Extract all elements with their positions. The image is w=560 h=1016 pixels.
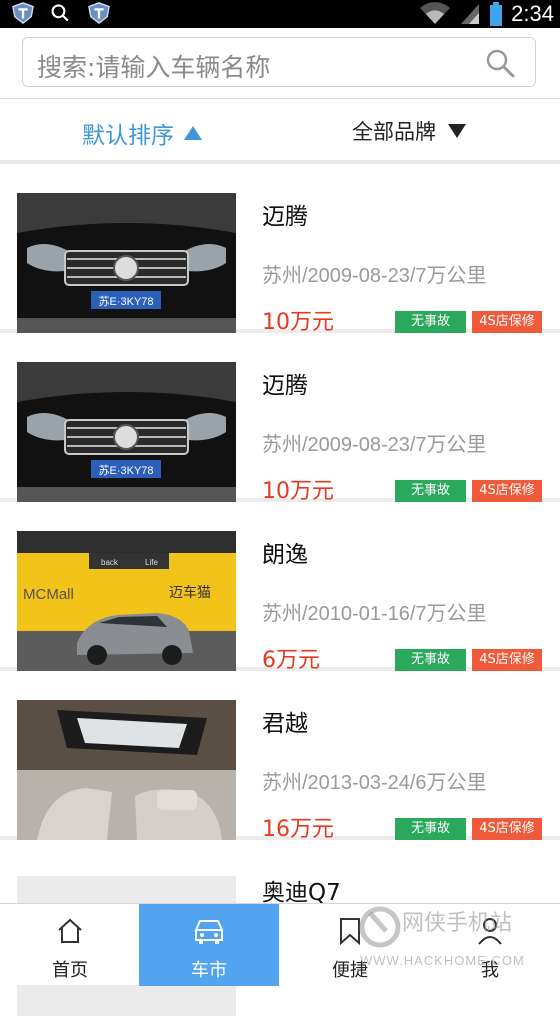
- no-accident-badge: 无事故: [395, 311, 466, 333]
- shield-app-icon: [88, 2, 110, 24]
- svg-text:迈车猫: 迈车猫: [169, 584, 211, 601]
- nav-label: 车市: [191, 960, 227, 981]
- svg-text:MCMall: MCMall: [23, 586, 74, 603]
- car-price: 16万元: [262, 817, 334, 842]
- warranty-badge: 4S店保修: [472, 311, 542, 333]
- default-sort-button[interactable]: 默认排序: [82, 116, 202, 150]
- no-accident-badge: 无事故: [395, 649, 466, 671]
- brand-filter-button[interactable]: 全部品牌: [352, 116, 466, 146]
- car-name: 奥迪Q7: [262, 880, 341, 906]
- car-photo: 苏E·3KY78: [17, 362, 236, 502]
- car-listing[interactable]: 苏E·3KY78 迈腾 苏州/2009-08-23/7万公里 10万元 无事故 …: [0, 333, 560, 504]
- search-area: 搜索:请输入车辆名称: [0, 28, 560, 98]
- search-icon[interactable]: [485, 48, 515, 78]
- warranty-badge: 4S店保修: [472, 480, 542, 502]
- car-meta: 苏州/2010-01-16/7万公里: [262, 603, 487, 625]
- car-price: 10万元: [262, 479, 334, 504]
- car-name: 君越: [262, 711, 308, 737]
- nav-car-market[interactable]: 车市: [139, 904, 279, 986]
- svg-text:back: back: [101, 558, 119, 567]
- car-name: 朗逸: [262, 542, 308, 568]
- car-name: 迈腾: [262, 204, 308, 230]
- default-sort-label: 默认排序: [82, 123, 174, 149]
- nav-label: 首页: [52, 960, 88, 981]
- nav-me[interactable]: 我: [420, 904, 560, 986]
- nav-home[interactable]: 首页: [0, 904, 140, 986]
- wifi-icon: [420, 2, 451, 25]
- warranty-badge: 4S店保修: [472, 649, 542, 671]
- svg-text:苏E·3KY78: 苏E·3KY78: [98, 295, 153, 308]
- car-listing[interactable]: 苏E·3KY78 迈腾 苏州/2009-08-23/7万公里 10万元 无事故 …: [0, 164, 560, 335]
- signal-icon: [461, 4, 480, 24]
- nav-label: 我: [481, 960, 499, 981]
- battery-icon: [490, 2, 503, 26]
- no-accident-badge: 无事故: [395, 818, 466, 840]
- nav-shortcut[interactable]: 便捷: [280, 904, 420, 986]
- svg-text:苏E·3KY78: 苏E·3KY78: [98, 464, 153, 477]
- car-name: 迈腾: [262, 373, 308, 399]
- triangle-up-icon: [184, 126, 202, 140]
- svg-text:Life: Life: [145, 558, 158, 567]
- car-list: 苏E·3KY78 迈腾 苏州/2009-08-23/7万公里 10万元 无事故 …: [0, 164, 560, 1016]
- car-listing[interactable]: back Life MCMall 迈车猫 朗逸 苏州/2010-01-16/7万…: [0, 502, 560, 673]
- car-meta: 苏州/2009-08-23/7万公里: [262, 265, 487, 287]
- sort-bar: 默认排序 全部品牌: [0, 98, 560, 164]
- person-icon: [478, 918, 502, 945]
- car-photo: back Life MCMall 迈车猫: [17, 531, 236, 671]
- car-price: 6万元: [262, 648, 320, 673]
- status-bar: 2:34: [0, 0, 560, 28]
- car-icon: [195, 920, 223, 944]
- car-price: 10万元: [262, 310, 334, 335]
- car-meta: 苏州/2009-08-23/7万公里: [262, 434, 487, 456]
- bottom-nav: 首页 车市 便捷 我 网侠手机站 WWW.HACKHOME.COM: [0, 903, 560, 986]
- car-photo: [17, 700, 236, 840]
- car-meta: 苏州/2013-03-24/6万公里: [262, 772, 487, 794]
- no-accident-badge: 无事故: [395, 480, 466, 502]
- bookmark-icon: [340, 918, 360, 946]
- triangle-down-icon: [448, 124, 466, 138]
- car-photo: 苏E·3KY78: [17, 193, 236, 333]
- home-icon: [58, 918, 82, 943]
- search-input[interactable]: 搜索:请输入车辆名称: [22, 37, 536, 87]
- shield-app-icon: [12, 2, 34, 24]
- brand-filter-label: 全部品牌: [352, 120, 436, 144]
- search-placeholder: 搜索:请输入车辆名称: [37, 53, 271, 82]
- search-status-icon: [51, 4, 69, 22]
- nav-label: 便捷: [332, 960, 368, 981]
- warranty-badge: 4S店保修: [472, 818, 542, 840]
- car-listing[interactable]: 君越 苏州/2013-03-24/6万公里 16万元 无事故 4S店保修: [0, 671, 560, 842]
- status-time: 2:34: [511, 1, 554, 26]
